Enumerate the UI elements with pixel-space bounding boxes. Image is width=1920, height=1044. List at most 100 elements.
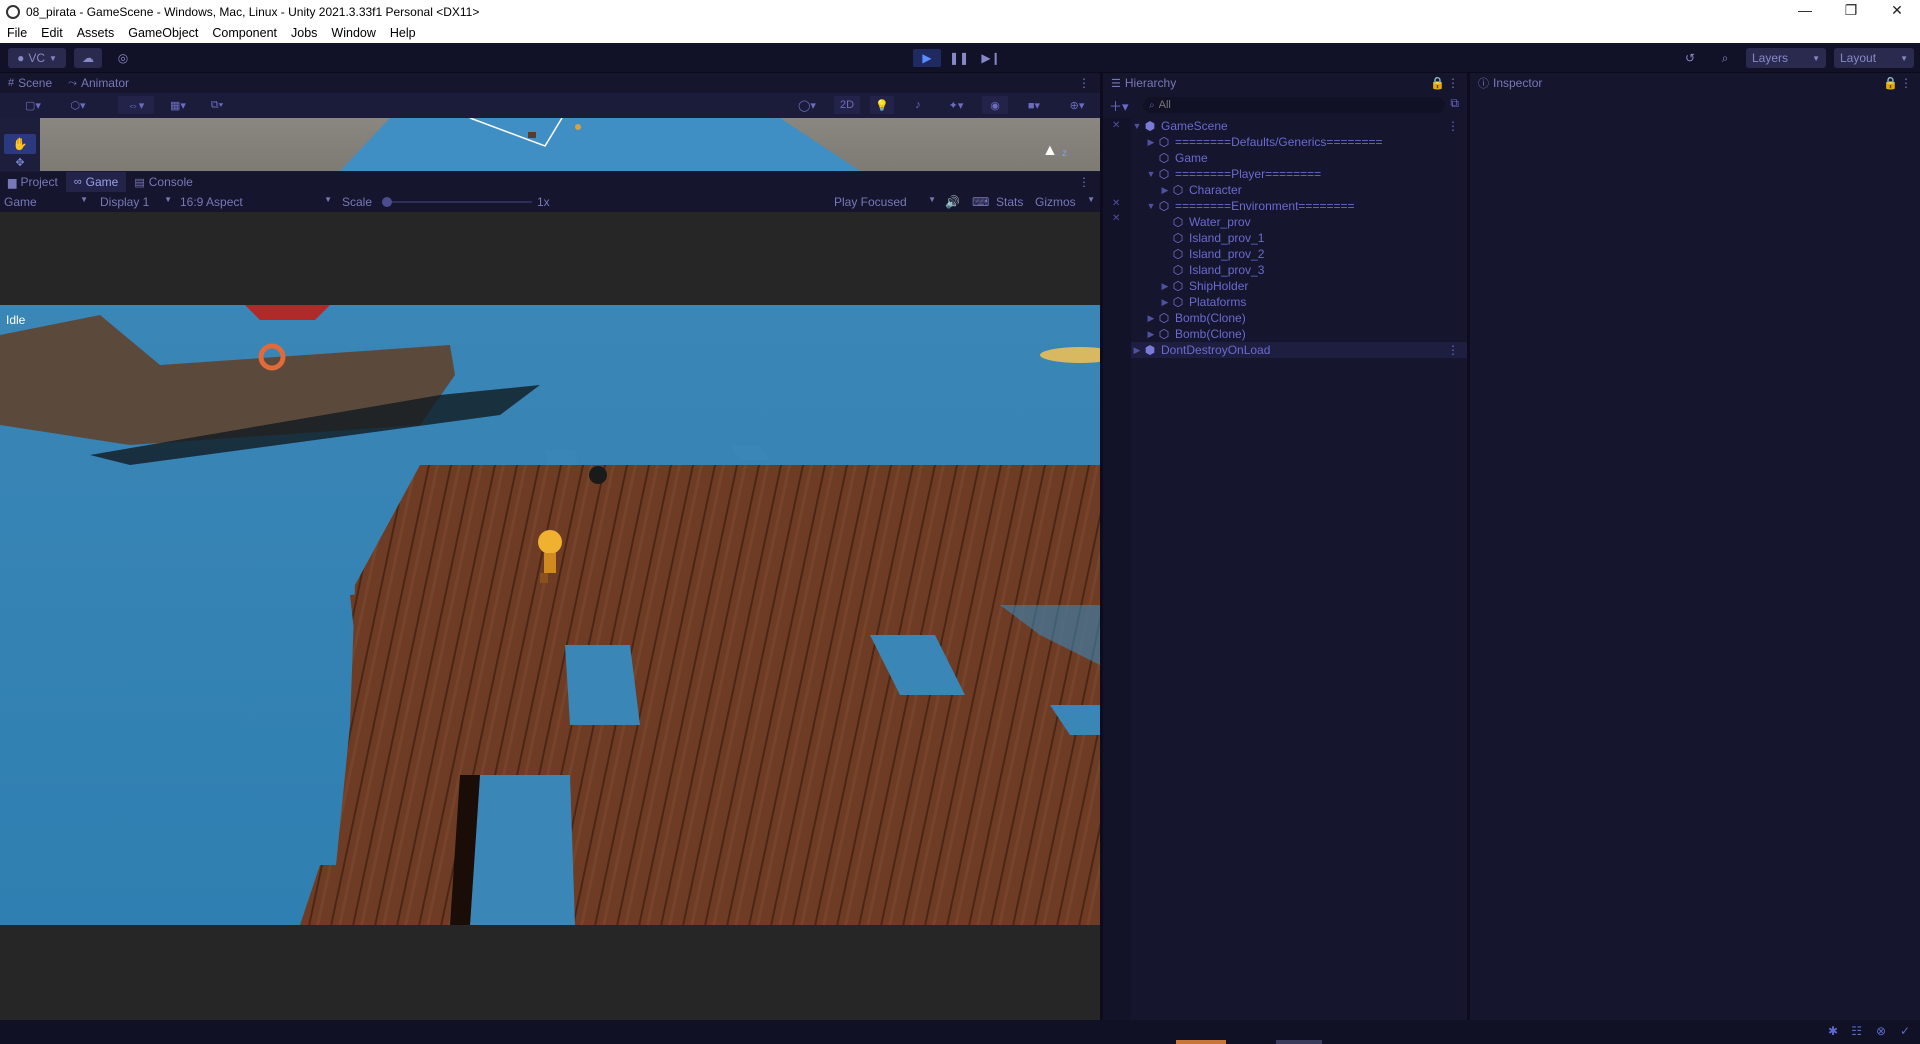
expand-down-icon[interactable]: ▼ [1131,121,1143,131]
hierarchy-item[interactable]: ⬡ Game [1145,150,1208,166]
hierarchy-search-input[interactable] [1158,99,1419,111]
2d-toggle[interactable]: 2D [834,96,860,114]
pause-button[interactable]: ❚❚ [945,49,973,67]
hierarchy-item[interactable]: ▶ ⬡ ========Defaults/Generics======== [1145,134,1383,150]
lock-icon[interactable]: 🔒 [1430,76,1445,90]
cache-icon[interactable]: ⊗ [1876,1024,1886,1038]
close-button[interactable]: ✕ [1874,0,1920,23]
expand-right-icon[interactable]: ▶ [1145,329,1157,340]
expand-right-icon[interactable]: ▶ [1145,137,1157,148]
hidden-objects-toggle[interactable]: ◉ [982,96,1008,114]
gizmos-dropdown[interactable]: Gizmos ▼ [1035,195,1095,209]
more-options-icon[interactable]: ⋮ [1078,76,1090,90]
lighting-toggle[interactable]: 💡 [870,96,894,114]
menu-help[interactable]: Help [383,26,423,40]
hierarchy-item[interactable]: ▶ ⬡ Character [1159,182,1242,198]
expand-right-icon[interactable]: ▶ [1159,185,1171,196]
hierarchy-item[interactable]: ▶ ⬡ Plataforms [1159,294,1247,310]
game-view[interactable]: Idle [0,305,1100,925]
more-options-icon[interactable]: ⋮ [1078,175,1090,189]
menu-jobs[interactable]: Jobs [284,26,324,40]
game-view-dropdown[interactable]: Game ▼ [4,195,88,209]
menu-window[interactable]: Window [324,26,382,40]
aspect-dropdown[interactable]: 16:9 Aspect ▼ [180,195,332,209]
tab-project[interactable]: ▆ Project [0,172,66,192]
expand-right-icon[interactable]: ▶ [1159,281,1171,292]
play-mode-dropdown[interactable]: Play Focused ▼ [834,195,936,209]
hierarchy-item[interactable]: ⬡ Island_prov_2 [1159,246,1265,262]
tab-scene[interactable]: # Scene [0,73,60,93]
menu-gameobject[interactable]: GameObject [121,26,205,40]
bake-icon[interactable]: ☷ [1851,1024,1862,1038]
vc-dropdown[interactable]: ● VC ▼ [8,48,66,68]
menu-assets[interactable]: Assets [70,26,122,40]
scene-view[interactable]: ✋ ✥ ▲ z [0,118,1100,171]
hierarchy-item[interactable]: ▶ ⬢ DontDestroyOnLoad ⋮ [1131,342,1467,358]
more-options-icon[interactable]: ⋮ [1447,76,1459,90]
layout-dropdown[interactable]: Layout ▼ [1834,48,1914,68]
menu-component[interactable]: Component [205,26,284,40]
audio-toggle[interactable]: ♪ [906,96,930,114]
add-object-button[interactable]: ＋▾ [1109,96,1129,115]
grid-snap-tool[interactable]: ▦▾ [162,96,194,114]
minimize-button[interactable]: — [1782,0,1828,23]
tab-game[interactable]: ∞ Game [65,172,127,192]
expand-right-icon[interactable]: ▶ [1131,345,1143,356]
hierarchy-item[interactable]: ▼ ⬡ ========Player======== [1145,166,1322,182]
cloud-button[interactable]: ☁ [74,48,102,68]
history-button[interactable]: ↺ [1677,48,1703,68]
play-button[interactable]: ▶ [913,49,941,67]
expand-right-icon[interactable]: ▶ [1145,313,1157,324]
tab-animator[interactable]: ⤳ Animator [60,73,137,93]
tab-hierarchy[interactable]: ☰ Hierarchy [1103,73,1184,93]
increment-snap-tool[interactable]: ⧉▾ [200,96,234,114]
scale-slider-thumb[interactable] [382,197,392,207]
draw-mode-tool[interactable]: ⬡▾ [62,96,94,114]
effects-toggle[interactable]: ✦▾ [940,96,972,114]
hidden-eye-icon[interactable]: ✕ [1112,198,1120,209]
stats-button[interactable]: Stats [996,195,1023,209]
gizmos-toggle[interactable]: ⊕▾ [1060,96,1094,114]
menu-edit[interactable]: Edit [34,26,70,40]
expand-down-icon[interactable]: ▼ [1145,201,1157,211]
step-button[interactable]: ▶❙ [977,49,1005,67]
scene-visibility-icon[interactable]: ⧉ [1450,96,1459,111]
shading-mode-tool[interactable]: ◯▾ [792,96,822,114]
hidden-eye-icon[interactable]: ✕ [1112,213,1120,224]
hierarchy-item[interactable]: ▶ ⬡ Bomb(Clone) [1145,326,1246,342]
mute-audio-icon[interactable]: 🔊 [945,195,960,209]
hierarchy-item[interactable]: ▼ ⬢ GameScene ⋮ [1131,118,1467,134]
more-options-icon[interactable]: ⋮ [1447,343,1459,357]
more-options-icon[interactable]: ⋮ [1447,119,1459,133]
hierarchy-item[interactable]: ▼ ⬡ ========Environment======== [1145,198,1355,214]
hidden-eye-icon[interactable]: ✕ [1112,120,1120,131]
expand-right-icon[interactable]: ▶ [1159,297,1171,308]
hierarchy-item[interactable]: ⬡ Island_prov_1 [1159,230,1265,246]
menu-file[interactable]: File [0,26,34,40]
scale-slider[interactable] [382,197,532,207]
search-button[interactable]: ⌕ [1712,48,1738,68]
globe-icon: ⊕▾ [1069,99,1085,112]
keyboard-icon[interactable]: ⌨ [972,195,989,209]
display-dropdown[interactable]: Display 1 ▼ [100,195,172,209]
tab-console[interactable]: ▤ Console [126,172,200,192]
hierarchy-item[interactable]: ▶ ⬡ ShipHolder [1159,278,1249,294]
more-options-icon[interactable]: ⋮ [1900,76,1912,90]
expand-down-icon[interactable]: ▼ [1145,169,1157,179]
pivot-tool[interactable]: ⇔▾ [118,96,154,114]
hierarchy-item[interactable]: ⬡ Water_prov [1159,214,1251,230]
hierarchy-search[interactable]: ⌕ [1143,97,1445,113]
lock-icon[interactable]: 🔒 [1883,76,1898,90]
scene-orientation-gizmo[interactable]: ▲ z [1030,132,1080,168]
notification-icon[interactable]: ✓ [1900,1024,1910,1038]
debug-icon[interactable]: ✱ [1828,1024,1838,1038]
game-scene-drawing [0,305,1100,925]
layers-dropdown[interactable]: Layers ▼ [1746,48,1826,68]
camera-toggle[interactable]: ■▾ [1018,96,1050,114]
hierarchy-item[interactable]: ▶ ⬡ Bomb(Clone) [1145,310,1246,326]
collab-button[interactable]: ◎ [110,48,136,68]
tab-inspector[interactable]: ⓘ Inspector [1470,73,1550,93]
rect-select-tool[interactable]: ▢▾ [18,96,48,114]
maximize-button[interactable]: ❐ [1828,0,1874,23]
hierarchy-item[interactable]: ⬡ Island_prov_3 [1159,262,1265,278]
